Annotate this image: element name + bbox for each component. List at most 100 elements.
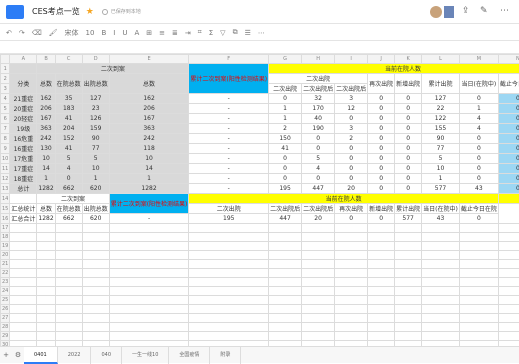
cell[interactable]: B [37,55,55,64]
cell[interactable]: 0 [395,144,422,154]
cell[interactable] [498,194,519,204]
cell[interactable]: 25 [1,296,10,305]
cell[interactable]: 16危重 [10,134,37,144]
cell[interactable] [109,242,189,251]
cell[interactable]: 0 [302,174,335,184]
toolbar-item[interactable]: 宋体 [65,28,79,38]
cell[interactable]: I [335,55,368,64]
cell[interactable]: 10 [109,154,189,164]
cell[interactable]: - [189,114,269,124]
cell[interactable]: 18重症 [10,174,37,184]
share-icon[interactable]: ⇪ [462,6,470,16]
cell[interactable]: 4 [459,114,498,124]
cell[interactable]: L [422,55,460,64]
cell[interactable] [422,278,460,287]
cell[interactable] [395,251,422,260]
cell[interactable] [82,323,109,332]
cell[interactable] [10,260,37,269]
cell[interactable]: 总计 [10,184,37,194]
cell[interactable]: 再次出院 [335,204,368,214]
cell[interactable] [55,305,82,314]
cell[interactable]: 14 [37,164,55,174]
cell[interactable]: 22 [1,269,10,278]
cell[interactable]: 0 [335,154,368,164]
cell[interactable] [368,287,395,296]
cell[interactable]: 32 [302,94,335,104]
cell[interactable] [189,251,269,260]
cell[interactable] [422,314,460,323]
cell[interactable]: 19 [1,242,10,251]
cell[interactable]: 二次出院后 [302,204,335,214]
cell[interactable]: 0 [368,144,395,154]
cell[interactable] [109,314,189,323]
cell[interactable] [269,305,302,314]
cell[interactable]: 0 [459,94,498,104]
sheet-tab[interactable]: 0401 [24,347,58,364]
cell[interactable] [498,242,519,251]
cell[interactable]: 167 [37,114,55,124]
cell[interactable]: 1 [459,104,498,114]
cell[interactable]: 0 [459,164,498,174]
cell[interactable]: 41 [55,114,82,124]
cell[interactable]: 汇总合计 [10,214,37,224]
cell[interactable] [459,278,498,287]
cell[interactable]: 0 [498,154,519,164]
cell[interactable] [335,296,368,305]
cell[interactable]: 206 [109,104,189,114]
cell[interactable]: 29 [1,332,10,341]
cell[interactable]: 24 [1,287,10,296]
cell[interactable]: 4 [459,124,498,134]
cell[interactable]: 0 [269,174,302,184]
cell[interactable] [459,260,498,269]
cell[interactable] [422,224,460,233]
avatar-secondary[interactable] [444,6,454,18]
cell[interactable] [37,332,55,341]
cell[interactable] [55,233,82,242]
cell[interactable]: 242 [109,134,189,144]
cell[interactable] [498,260,519,269]
cell[interactable] [302,278,335,287]
cell[interactable] [269,233,302,242]
cell[interactable]: 127 [82,94,109,104]
cell[interactable]: 0 [368,184,395,194]
cell[interactable] [335,269,368,278]
cell[interactable] [55,242,82,251]
cell[interactable]: 1282 [109,184,189,194]
cell[interactable] [37,314,55,323]
cell[interactable]: M [459,55,498,64]
cell[interactable]: 1282 [37,184,55,194]
cell[interactable]: 0 [335,174,368,184]
cell[interactable]: 77 [422,144,460,154]
cell[interactable] [335,224,368,233]
cell[interactable]: 0 [395,114,422,124]
cell[interactable] [459,332,498,341]
cell[interactable] [82,278,109,287]
cell[interactable]: - [189,184,269,194]
cell[interactable]: 118 [109,144,189,154]
cell[interactable] [37,278,55,287]
cell[interactable] [335,287,368,296]
cell[interactable]: C [55,55,82,64]
edit-icon[interactable]: ✎ [480,6,488,16]
cell[interactable]: 0 [269,94,302,104]
cell[interactable]: F [189,55,269,64]
cell[interactable] [459,269,498,278]
cell[interactable]: 总数 [37,74,55,94]
cell[interactable]: 195 [269,184,302,194]
cell[interactable]: 0 [368,154,395,164]
cell[interactable]: 13 [1,184,10,194]
cell[interactable] [109,305,189,314]
cell[interactable]: 662 [55,184,82,194]
toolbar-item[interactable]: ↷ [19,29,25,37]
cell[interactable] [109,296,189,305]
cell[interactable]: 0 [335,214,368,224]
cell[interactable]: 8 [1,134,10,144]
cell[interactable]: 577 [395,214,422,224]
cell[interactable]: 0 [368,94,395,104]
cell[interactable]: 41 [269,144,302,154]
cell[interactable] [302,251,335,260]
cell[interactable]: 0 [498,164,519,174]
cell[interactable]: 当前在院人数 [269,64,519,74]
toolbar-item[interactable]: ⊞ [146,29,152,37]
formula-bar[interactable] [0,42,519,54]
